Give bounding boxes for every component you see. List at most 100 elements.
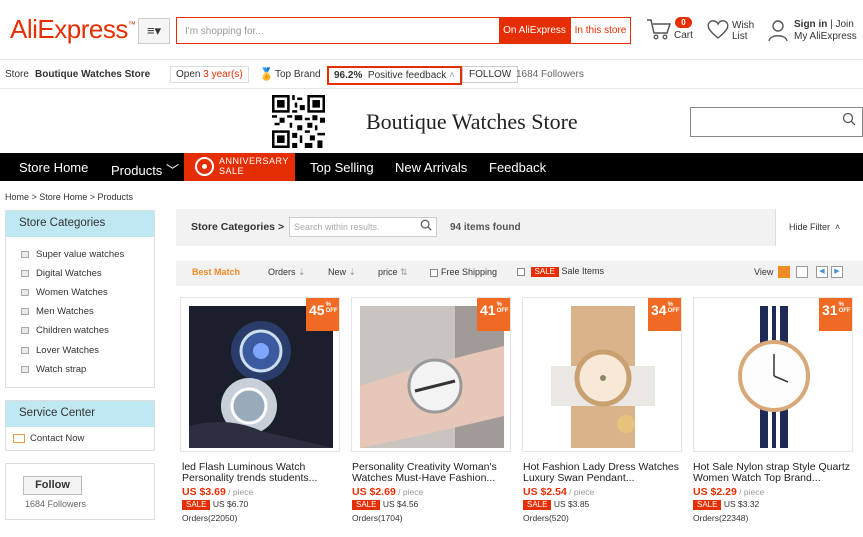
category-lover-watches[interactable]: Lover Watches xyxy=(21,345,99,356)
nav-products[interactable]: Products ﹀ xyxy=(111,160,179,179)
store-categories-panel: Store Categories Super value watches Dig… xyxy=(5,210,155,388)
product-original-price: SALE US $4.56 xyxy=(352,499,418,510)
follow-button[interactable]: Follow xyxy=(23,476,82,495)
search-within-input[interactable]: Search within results. xyxy=(289,217,437,237)
sort-best-match[interactable]: Best Match xyxy=(192,267,240,277)
grid-view-icon[interactable] xyxy=(778,266,790,278)
service-center-heading: Service Center xyxy=(6,401,154,427)
sign-in-link[interactable]: Sign in xyxy=(794,19,827,30)
sort-updown-icon: ⇅ xyxy=(400,267,408,277)
store-categories-heading: Store Categories xyxy=(6,211,154,237)
product-title[interactable]: Personality Creativity Woman's Watches M… xyxy=(352,462,522,484)
nav-new-arrivals[interactable]: New Arrivals xyxy=(395,160,467,175)
category-super-value-watches[interactable]: Super value watches xyxy=(21,249,124,260)
free-shipping-checkbox[interactable]: Free Shipping xyxy=(430,267,497,277)
product-orders: Orders(520) xyxy=(523,513,569,523)
discount-badge: 41% OFF xyxy=(477,298,510,331)
cart-icon[interactable] xyxy=(646,17,672,41)
next-page-icon[interactable]: ▶ xyxy=(831,266,843,278)
positive-feedback-dropdown[interactable]: 96.2% Positive feedback ˄ xyxy=(327,66,462,85)
search-on-aliexpress-button[interactable]: On AliExpress xyxy=(499,17,570,44)
chevron-up-icon: ˄ xyxy=(449,70,455,81)
store-label: Store xyxy=(5,69,29,80)
product-orders: Orders(1704) xyxy=(352,513,403,523)
nav-store-home[interactable]: Store Home xyxy=(19,160,88,175)
product-price: US $3.69 / piece xyxy=(182,486,254,498)
search-input[interactable]: I'm shopping for... xyxy=(176,17,499,44)
category-women-watches[interactable]: Women Watches xyxy=(21,287,108,298)
product-orders: Orders(22050) xyxy=(182,513,238,523)
product-card[interactable]: 34% OFF xyxy=(522,297,682,452)
category-watch-strap[interactable]: Watch strap xyxy=(21,364,86,375)
mail-icon xyxy=(13,433,25,443)
checkbox-icon xyxy=(517,267,525,276)
product-card[interactable]: 41% OFF xyxy=(351,297,511,452)
anniversary-sale-label[interactable]: ANNIVERSARY SALE xyxy=(219,156,289,176)
product-title[interactable]: Hot Fashion Lady Dress Watches Luxury Sw… xyxy=(523,462,693,484)
prev-page-icon[interactable]: ◀ xyxy=(816,266,828,278)
checkbox-icon xyxy=(430,268,438,277)
store-info-bar: Store Boutique Watches Store Open 3 year… xyxy=(0,60,863,88)
sale-items-checkbox[interactable]: SALE Sale Items xyxy=(517,266,604,277)
cart-count-badge: 0 xyxy=(675,17,692,28)
breadcrumb[interactable]: Home > Store Home > Products xyxy=(5,192,133,202)
sort-orders[interactable]: Orders ⇣ xyxy=(268,267,306,278)
discount-badge: 45% OFF xyxy=(306,298,339,331)
product-original-price: SALE US $6.70 xyxy=(182,499,248,510)
filter-categories-label[interactable]: Store Categories > xyxy=(191,221,284,233)
followers-count: 1684 Followers xyxy=(516,69,584,80)
sort-price[interactable]: price ⇅ xyxy=(378,267,408,278)
product-title[interactable]: led Flash Luminous Watch Personality tre… xyxy=(182,462,352,484)
product-card[interactable]: 45% OFF xyxy=(180,297,340,452)
product-card[interactable]: 31% OFF xyxy=(693,297,853,452)
discount-badge: 31% OFF xyxy=(819,298,852,331)
top-brand-label: Top Brand xyxy=(275,69,321,80)
search-in-store-button[interactable]: In this store xyxy=(570,17,631,44)
follow-store-button[interactable]: FOLLOW xyxy=(462,66,519,83)
items-found-count: 94 items found xyxy=(450,222,521,233)
join-link[interactable]: Join xyxy=(836,19,854,30)
search-icon[interactable] xyxy=(842,112,856,126)
hamburger-icon: ≡▾ xyxy=(146,23,162,38)
store-name[interactable]: Boutique Watches Store xyxy=(35,69,150,80)
follow-panel: Follow 1684 Followers xyxy=(5,463,155,520)
hide-filter-button[interactable]: Hide Filter ˄ xyxy=(775,209,863,246)
medal-icon: 🏅 xyxy=(259,67,274,81)
nav-top-selling[interactable]: Top Selling xyxy=(310,160,374,175)
product-price: US $2.29 / piece xyxy=(693,486,765,498)
product-price: US $2.69 / piece xyxy=(352,486,424,498)
category-digital-watches[interactable]: Digital Watches xyxy=(21,268,102,279)
account-links[interactable]: Sign in | Join My AliExpress xyxy=(794,19,857,43)
my-aliexpress-link[interactable]: My AliExpress xyxy=(794,31,857,43)
store-search-input[interactable] xyxy=(690,107,863,137)
product-original-price: SALE US $3.32 xyxy=(693,499,759,510)
cart-label[interactable]: Cart xyxy=(674,30,693,41)
user-icon[interactable] xyxy=(767,18,789,42)
store-bar-divider xyxy=(0,88,863,89)
sort-down-icon: ⇣ xyxy=(298,267,306,277)
contact-now-link[interactable]: Contact Now xyxy=(13,433,84,444)
categories-menu-button[interactable]: ≡▾ xyxy=(138,18,170,44)
search-icon[interactable] xyxy=(420,219,432,231)
qr-code xyxy=(272,95,325,148)
list-view-icon[interactable] xyxy=(796,266,808,278)
aliexpress-logo[interactable]: AliExpress™ xyxy=(10,14,136,45)
product-orders: Orders(22348) xyxy=(693,513,749,523)
store-title: Boutique Watches Store xyxy=(366,109,578,134)
category-children-watches[interactable]: Children watches xyxy=(21,325,109,336)
wish-list-link[interactable]: Wish List xyxy=(732,20,754,42)
chevron-up-icon: ˄ xyxy=(835,222,841,232)
discount-badge: 34% OFF xyxy=(648,298,681,331)
sort-new[interactable]: New ⇣ xyxy=(328,267,356,278)
store-nav-bar: Store Home Products ﹀ Top Selling New Ar… xyxy=(0,153,863,181)
open-years-badge: Open 3 year(s) xyxy=(170,66,249,83)
heart-icon[interactable] xyxy=(706,18,730,40)
chevron-down-icon: ﹀ xyxy=(165,163,179,178)
product-title[interactable]: Hot Sale Nylon strap Style Quartz Women … xyxy=(693,462,863,484)
product-price: US $2.54 / piece xyxy=(523,486,595,498)
sort-down-icon: ⇣ xyxy=(348,267,357,277)
follower-count: 1684 Followers xyxy=(25,499,87,509)
service-center-panel: Service Center Contact Now xyxy=(5,400,155,451)
nav-feedback[interactable]: Feedback xyxy=(489,160,546,175)
category-men-watches[interactable]: Men Watches xyxy=(21,306,94,317)
